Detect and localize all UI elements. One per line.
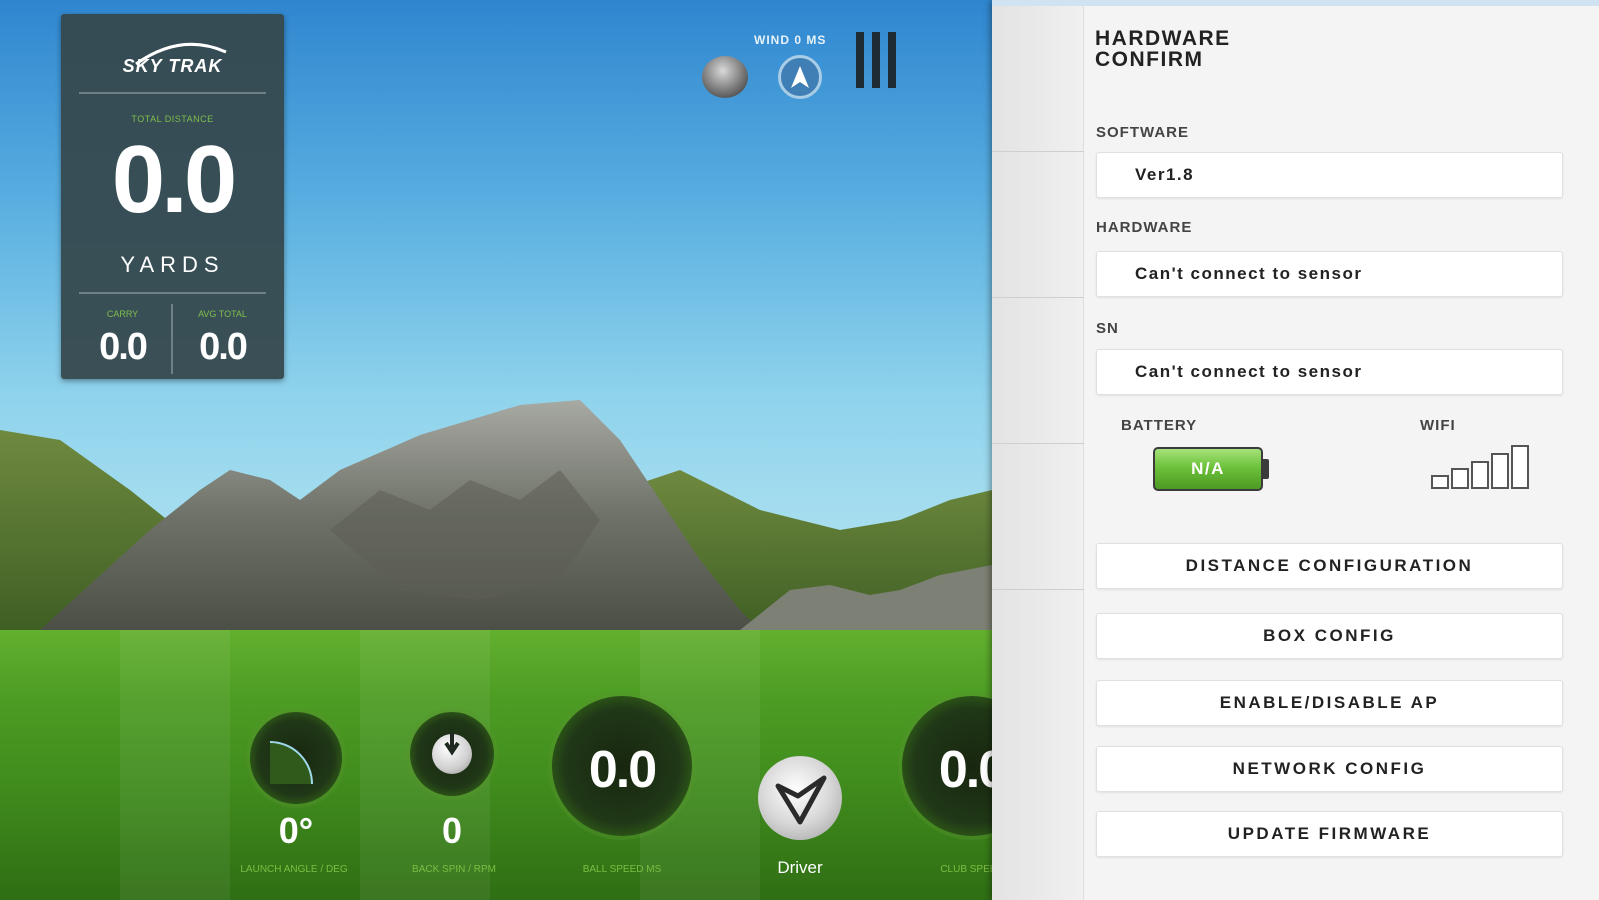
avg-total-label: AVG TOTAL [198, 309, 247, 319]
side-tab[interactable] [992, 6, 1084, 152]
menu-bar-icon [888, 32, 896, 88]
side-tab[interactable] [992, 444, 1084, 590]
launch-angle-dial [250, 712, 342, 804]
hardware-field: Can't connect to sensor [1096, 251, 1563, 297]
skytrak-logo: SKY TRAK [122, 56, 223, 76]
fairway-stripe [120, 630, 230, 900]
back-spin-dial [410, 712, 494, 796]
battery-icon [1263, 459, 1269, 479]
launch-angle-label: LAUNCH ANGLE / DEG [240, 864, 348, 875]
carry-value: 0.0 [99, 326, 148, 368]
distance-unit: YARDS [120, 252, 225, 277]
box-config-button[interactable]: BOX CONFIG [1096, 613, 1563, 659]
distance-configuration-button[interactable]: DISTANCE CONFIGURATION [1096, 543, 1563, 589]
side-tab[interactable] [992, 298, 1084, 444]
menu-button[interactable] [856, 32, 906, 88]
arrow-down-icon [444, 732, 460, 756]
launch-angle-value: 0° [278, 810, 314, 851]
driver-club-button[interactable] [758, 756, 842, 840]
divider [79, 292, 266, 294]
total-distance-value: 0.0 [111, 126, 237, 233]
update-firmware-button[interactable]: UPDATE FIRMWARE [1096, 811, 1563, 857]
panel-title: HARDWARE CONFIRM [1095, 27, 1231, 71]
launch-angle-icon [269, 741, 313, 785]
hardware-label: HARDWARE [1096, 219, 1193, 236]
mountain-range [0, 400, 992, 630]
wifi-signal-icon [1431, 445, 1529, 489]
golf-ball-icon[interactable] [702, 56, 748, 98]
back-spin-value: 0 [441, 810, 463, 851]
game-scene: SKY TRAK TOTAL DISTANCE 0.0 YARDS CARRY … [0, 0, 992, 900]
sn-field: Can't connect to sensor [1096, 349, 1563, 395]
sn-label: SN [1096, 320, 1119, 337]
battery-label: BATTERY [1121, 417, 1198, 434]
ball-speed-value: 0.0 [588, 741, 657, 799]
score-card: SKY TRAK TOTAL DISTANCE 0.0 YARDS CARRY … [61, 14, 284, 379]
battery-level: N/A [1153, 447, 1263, 491]
driver-club-icon [775, 775, 827, 825]
menu-bar-icon [856, 32, 864, 88]
wifi-label: WIFI [1420, 417, 1456, 434]
menu-bar-icon [872, 32, 880, 88]
divider [171, 304, 173, 374]
software-label: SOFTWARE [1096, 124, 1189, 141]
club-speed-value: 0.0 [938, 741, 992, 799]
avg-total-value: 0.0 [199, 326, 248, 368]
software-field: Ver1.8 [1096, 152, 1563, 198]
ball-speed-label: BALL SPEED MS [582, 864, 662, 875]
battery-indicator: N/A [1153, 447, 1269, 491]
carry-label: CARRY [106, 309, 139, 319]
wind-label: WIND 0 MS [754, 33, 827, 47]
divider [79, 92, 266, 94]
wind-compass-icon [778, 55, 822, 99]
total-distance-label: TOTAL DISTANCE [131, 114, 214, 124]
club-speed-label: CLUB SPEED [940, 864, 992, 875]
side-tab[interactable] [992, 152, 1084, 298]
back-spin-label: BACK SPIN / RPM [412, 864, 496, 875]
enable-disable-ap-button[interactable]: ENABLE/DISABLE AP [1096, 680, 1563, 726]
network-config-button[interactable]: NETWORK CONFIG [1096, 746, 1563, 792]
panel-side-rail [992, 6, 1084, 900]
club-label: Driver [777, 858, 823, 877]
